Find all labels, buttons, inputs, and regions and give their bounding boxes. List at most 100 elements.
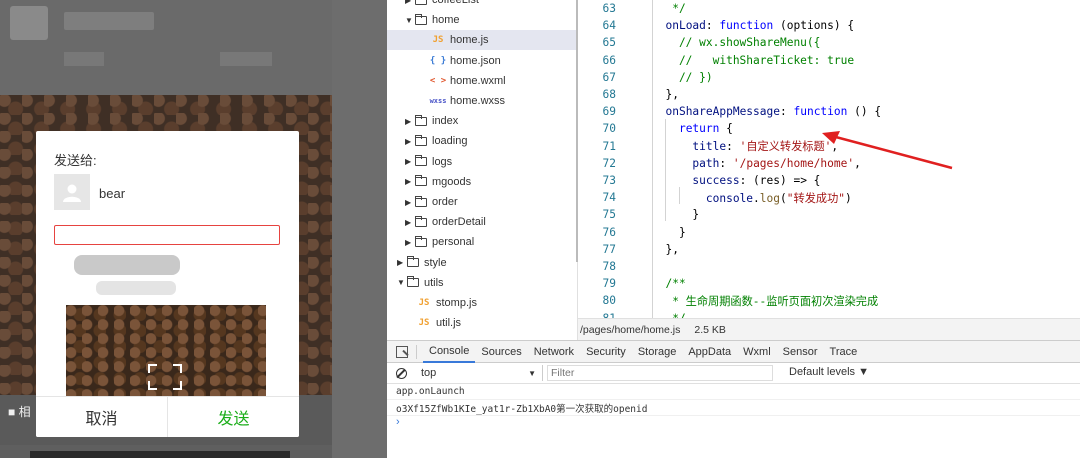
folder-open-icon [415, 13, 427, 25]
tree-folder[interactable]: ▼ utils [387, 273, 577, 293]
code-line[interactable]: 80 * 生命周期函数--监听页面初次渲染完成 [578, 292, 1080, 309]
tree-file[interactable]: { } home.json [387, 51, 577, 71]
tree-folder[interactable]: ▶ personal [387, 232, 577, 252]
share-dialog: 发送给: bear 取消 发送 [36, 131, 299, 437]
send-button[interactable]: 发送 [168, 397, 299, 437]
line-number: 79 [602, 277, 616, 291]
caret-right-icon[interactable]: ▶ [405, 157, 415, 166]
tree-folder[interactable]: ▶ mgoods [387, 172, 577, 192]
code-line[interactable]: 65 // wx.showShareMenu({ [578, 34, 1080, 51]
line-code: }, [652, 242, 679, 256]
caret-right-icon[interactable]: ▶ [405, 137, 415, 146]
caret-right-icon[interactable]: ▶ [405, 238, 415, 247]
tree-folder[interactable]: ▶ coffeeList [387, 0, 577, 10]
code-line[interactable]: 68 }, [578, 86, 1080, 103]
tree-file[interactable]: JS home.js [387, 30, 577, 51]
page-header-blurred [0, 0, 332, 95]
code-line[interactable]: 77 }, [578, 241, 1080, 258]
line-number: 76 [602, 225, 616, 239]
line-number: 67 [602, 70, 616, 84]
console-output: app.onLaunch o3Xf15ZfWb1KIe_yat1r-Zb1XbA0… [387, 384, 1080, 416]
line-number: 69 [602, 105, 616, 119]
log-levels-dropdown[interactable]: Default levels ▼ [789, 366, 869, 378]
tree-item-label: home.js [450, 34, 489, 47]
tree-file[interactable]: JS util.js [387, 313, 577, 333]
tab-trace[interactable]: Trace [824, 341, 864, 363]
folder-icon [415, 155, 427, 167]
caret-right-icon[interactable]: ▶ [405, 218, 415, 227]
tab-security[interactable]: Security [580, 341, 632, 363]
tree-item-label: coffeeList [432, 0, 479, 6]
tab-sources[interactable]: Sources [475, 341, 527, 363]
line-code: */ [652, 2, 686, 15]
code-line[interactable]: 76 } [578, 224, 1080, 241]
tree-folder[interactable]: ▶ index [387, 111, 577, 131]
line-code: } [652, 208, 700, 222]
code-line[interactable]: 79 /** [578, 275, 1080, 292]
message-input[interactable] [54, 225, 280, 245]
json-file-icon: { } [429, 55, 447, 66]
caret-right-icon[interactable]: ▶ [405, 198, 415, 207]
recipient-name: bear [99, 186, 126, 201]
folder-icon [415, 134, 427, 146]
context-select[interactable]: top ▼ [419, 365, 543, 381]
context-value: top [421, 367, 437, 379]
caret-right-icon[interactable]: ▶ [397, 258, 407, 267]
console-filter-input[interactable] [547, 365, 773, 381]
tab-wxml[interactable]: Wxml [737, 341, 777, 363]
code-line[interactable]: 64 onLoad: function (options) { [578, 17, 1080, 34]
dialog-actions: 取消 发送 [36, 396, 299, 437]
line-code: // }) [652, 70, 713, 84]
line-number: 64 [602, 19, 616, 33]
clear-console-icon[interactable] [396, 367, 407, 379]
tree-folder[interactable]: ▶ order [387, 192, 577, 212]
blurred-card-title [74, 255, 180, 275]
annotation-arrow-icon [822, 131, 953, 170]
caret-right-icon[interactable]: ▶ [405, 177, 415, 186]
tree-file[interactable]: < > home.wxml [387, 71, 577, 91]
code-line[interactable]: 74 console.log("转发成功") [578, 189, 1080, 206]
code-line[interactable]: 67 // }) [578, 69, 1080, 86]
tab-console[interactable]: Console [423, 341, 476, 363]
tree-folder[interactable]: ▶ loading [387, 131, 577, 151]
line-code: } [652, 225, 686, 239]
tree-item-label: home.json [450, 54, 501, 67]
code-line[interactable]: 78 [578, 258, 1080, 275]
console-prompt[interactable]: › [387, 416, 1080, 432]
code-line[interactable]: 73 success: (res) => { [578, 172, 1080, 189]
code-line[interactable]: 63 */ [578, 0, 1080, 17]
tree-file[interactable]: wxss home.wxss [387, 91, 577, 111]
tree-folder[interactable]: ▶ logs [387, 152, 577, 172]
code-line[interactable]: 75 } [578, 206, 1080, 223]
line-number: 74 [602, 191, 616, 205]
tree-item-label: loading [432, 135, 468, 148]
folder-icon [415, 235, 427, 247]
blurred-subtext [64, 52, 104, 66]
tree-file[interactable]: JS stomp.js [387, 293, 577, 313]
tree-item-label: personal [432, 236, 475, 249]
user-avatar [54, 174, 90, 210]
simulator-margin [332, 0, 387, 458]
code-line[interactable]: 69 onShareAppMessage: function () { [578, 103, 1080, 120]
caret-right-icon[interactable]: ▶ [405, 0, 415, 5]
line-number: 80 [602, 294, 616, 308]
code-line[interactable]: 66 // withShareTicket: true [578, 52, 1080, 69]
inspect-element-icon[interactable] [396, 345, 408, 358]
file-size: 2.5 KB [694, 323, 726, 336]
tree-folder[interactable]: ▼ home [387, 10, 577, 30]
code-line[interactable]: 81 */ [578, 310, 1080, 318]
tree-folder[interactable]: ▶ orderDetail [387, 212, 577, 232]
tab-storage[interactable]: Storage [632, 341, 683, 363]
tree-folder[interactable]: ▶ style [387, 253, 577, 273]
caret-down-icon[interactable]: ▼ [397, 278, 407, 287]
caret-right-icon[interactable]: ▶ [405, 117, 415, 126]
tree-item-label: stomp.js [436, 297, 477, 309]
caret-down-icon[interactable]: ▼ [405, 16, 415, 25]
line-code: title: '自定义转发标题', [692, 140, 839, 154]
folder-icon [415, 195, 427, 207]
tab-sensor[interactable]: Sensor [777, 341, 824, 363]
tab-network[interactable]: Network [528, 341, 580, 363]
tab-appdata[interactable]: AppData [682, 341, 737, 363]
cancel-button[interactable]: 取消 [36, 397, 168, 437]
tree-item-label: utils [424, 276, 444, 289]
